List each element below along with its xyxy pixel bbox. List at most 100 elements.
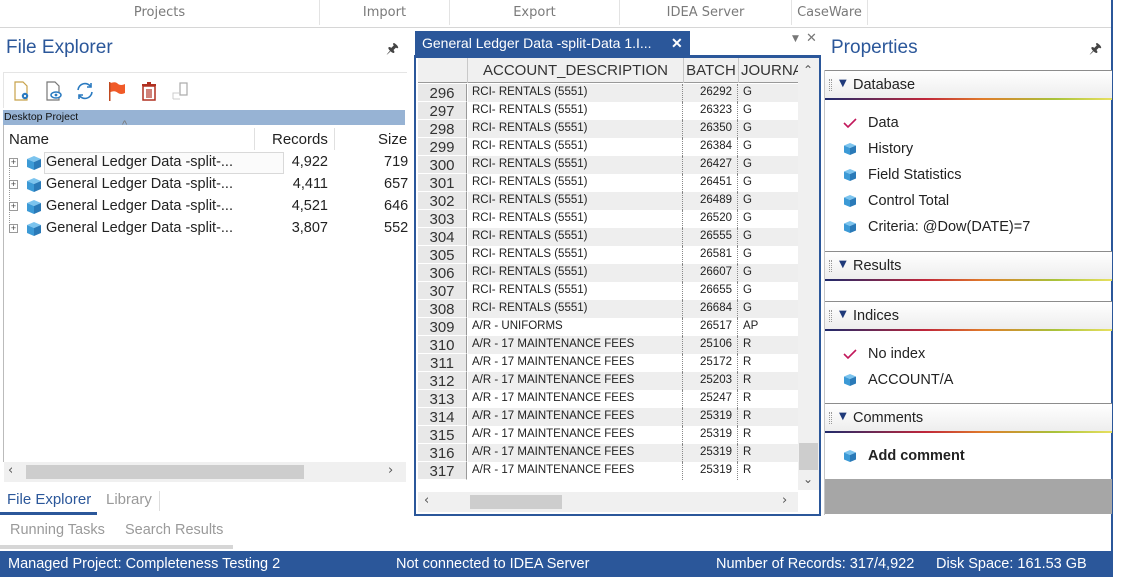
cell-account-description[interactable]: RCI- RENTALS (5551)	[468, 138, 683, 156]
file-row[interactable]: + General Ledger Data -split-... 3,807 552	[4, 218, 408, 240]
tab-library[interactable]: Library	[106, 491, 152, 508]
cell-journal[interactable]: G	[738, 192, 798, 210]
row-number[interactable]: 296	[418, 84, 467, 102]
ribbon-tab-projects[interactable]: Projects	[0, 0, 320, 25]
view-document-icon[interactable]	[44, 81, 64, 101]
scroll-thumb[interactable]	[26, 465, 304, 479]
cell-batch[interactable]: 26350	[683, 120, 738, 138]
table-row[interactable]: 297 RCI- RENTALS (5551) 26323 G	[418, 102, 798, 120]
table-row[interactable]: 311 A/R - 17 MAINTENANCE FEES 25172 R	[418, 354, 798, 372]
row-number[interactable]: 312	[418, 372, 467, 390]
cell-account-description[interactable]: A/R - 17 MAINTENANCE FEES	[468, 372, 683, 390]
grid-hscrollbar[interactable]: ‹ ›	[418, 492, 798, 512]
cell-account-description[interactable]: RCI- RENTALS (5551)	[468, 300, 683, 318]
table-row[interactable]: 306 RCI- RENTALS (5551) 26607 G	[418, 264, 798, 282]
row-number[interactable]: 316	[418, 444, 467, 462]
expand-icon[interactable]: +	[9, 180, 18, 189]
table-row[interactable]: 301 RCI- RENTALS (5551) 26451 G	[418, 174, 798, 192]
column-separator[interactable]	[334, 128, 335, 150]
cell-journal[interactable]: R	[738, 336, 798, 354]
cell-batch[interactable]: 25319	[683, 462, 738, 480]
scroll-up-icon[interactable]: ⌃	[803, 63, 813, 77]
row-number[interactable]: 306	[418, 264, 467, 282]
cell-batch[interactable]: 26520	[683, 210, 738, 228]
cell-journal[interactable]: AP	[738, 318, 798, 336]
tab-search-results[interactable]: Search Results	[125, 522, 223, 538]
row-number[interactable]: 311	[418, 354, 467, 372]
column-header-journal[interactable]: JOURNA	[739, 58, 798, 83]
table-row[interactable]: 302 RCI- RENTALS (5551) 26489 G	[418, 192, 798, 210]
cell-batch[interactable]: 25247	[683, 390, 738, 408]
row-number[interactable]: 297	[418, 102, 467, 120]
ribbon-tab-caseware[interactable]: CaseWare	[792, 0, 868, 25]
section-header-database[interactable]: ▼ Database	[825, 70, 1112, 100]
cell-account-description[interactable]: RCI- RENTALS (5551)	[468, 246, 683, 264]
table-row[interactable]: 314 A/R - 17 MAINTENANCE FEES 25319 R	[418, 408, 798, 426]
delete-icon[interactable]	[139, 81, 159, 101]
drag-grip-icon[interactable]	[829, 412, 832, 424]
cell-batch[interactable]: 26292	[683, 84, 738, 102]
section-header-indices[interactable]: ▼ Indices	[825, 301, 1112, 331]
cell-journal[interactable]: G	[738, 120, 798, 138]
cell-account-description[interactable]: RCI- RENTALS (5551)	[468, 156, 683, 174]
table-row[interactable]: 299 RCI- RENTALS (5551) 26384 G	[418, 138, 798, 156]
table-row[interactable]: 308 RCI- RENTALS (5551) 26684 G	[418, 300, 798, 318]
cell-journal[interactable]: G	[738, 156, 798, 174]
document-tab[interactable]: General Ledger Data -split-Data 1.I... ✕	[415, 31, 690, 55]
cell-batch[interactable]: 26607	[683, 264, 738, 282]
cell-batch[interactable]: 26684	[683, 300, 738, 318]
cell-journal[interactable]: G	[738, 246, 798, 264]
cell-journal[interactable]: G	[738, 228, 798, 246]
cell-account-description[interactable]: RCI- RENTALS (5551)	[468, 84, 683, 102]
table-row[interactable]: 303 RCI- RENTALS (5551) 26520 G	[418, 210, 798, 228]
cell-journal[interactable]: R	[738, 372, 798, 390]
row-number-header[interactable]	[418, 58, 468, 83]
cell-batch[interactable]: 25319	[683, 408, 738, 426]
drag-grip-icon[interactable]	[829, 310, 832, 322]
cell-journal[interactable]: G	[738, 138, 798, 156]
table-row[interactable]: 312 A/R - 17 MAINTENANCE FEES 25203 R	[418, 372, 798, 390]
table-row[interactable]: 307 RCI- RENTALS (5551) 26655 G	[418, 282, 798, 300]
column-header-batch[interactable]: BATCH	[684, 58, 739, 83]
table-row[interactable]: 300 RCI- RENTALS (5551) 26427 G	[418, 156, 798, 174]
cell-account-description[interactable]: A/R - 17 MAINTENANCE FEES	[468, 444, 683, 462]
cell-batch[interactable]: 26451	[683, 174, 738, 192]
cell-batch[interactable]: 25203	[683, 372, 738, 390]
cell-journal[interactable]: G	[738, 84, 798, 102]
column-header-records[interactable]: Records	[272, 131, 328, 148]
cell-batch[interactable]: 25106	[683, 336, 738, 354]
cell-journal[interactable]: G	[738, 264, 798, 282]
cell-account-description[interactable]: A/R - 17 MAINTENANCE FEES	[468, 336, 683, 354]
cell-batch[interactable]: 25319	[683, 426, 738, 444]
cell-journal[interactable]: R	[738, 354, 798, 372]
cell-account-description[interactable]: RCI- RENTALS (5551)	[468, 120, 683, 138]
row-number[interactable]: 303	[418, 210, 467, 228]
row-number[interactable]: 300	[418, 156, 467, 174]
flag-icon[interactable]	[107, 81, 127, 101]
cell-account-description[interactable]: A/R - UNIFORMS	[468, 318, 683, 336]
table-row[interactable]: 296 RCI- RENTALS (5551) 26292 G	[418, 84, 798, 102]
pin-icon[interactable]: 🖈	[1089, 38, 1102, 62]
cell-journal[interactable]: R	[738, 426, 798, 444]
column-header-name[interactable]: Name	[9, 131, 49, 148]
cell-journal[interactable]: G	[738, 300, 798, 318]
table-row[interactable]: 313 A/R - 17 MAINTENANCE FEES 25247 R	[418, 390, 798, 408]
row-number[interactable]: 315	[418, 426, 467, 444]
drag-grip-icon[interactable]	[829, 79, 832, 91]
cell-batch[interactable]: 26427	[683, 156, 738, 174]
cell-batch[interactable]: 26655	[683, 282, 738, 300]
refresh-icon[interactable]	[75, 81, 95, 101]
cell-account-description[interactable]: A/R - 17 MAINTENANCE FEES	[468, 426, 683, 444]
pin-icon[interactable]: 🖈	[386, 38, 399, 62]
file-row[interactable]: + General Ledger Data -split-... 4,922 719	[4, 152, 408, 174]
bottom-panel-scrollbar[interactable]	[0, 545, 233, 549]
table-row[interactable]: 315 A/R - 17 MAINTENANCE FEES 25319 R	[418, 426, 798, 444]
cell-account-description[interactable]: RCI- RENTALS (5551)	[468, 228, 683, 246]
expand-icon[interactable]: +	[9, 202, 18, 211]
cell-account-description[interactable]: RCI- RENTALS (5551)	[468, 264, 683, 282]
tab-list-dropdown-icon[interactable]: ▼	[792, 34, 799, 44]
scroll-left-icon[interactable]: ‹	[8, 463, 13, 478]
cell-account-description[interactable]: A/R - 17 MAINTENANCE FEES	[468, 354, 683, 372]
row-number[interactable]: 304	[418, 228, 467, 246]
cell-account-description[interactable]: A/R - 17 MAINTENANCE FEES	[468, 390, 683, 408]
